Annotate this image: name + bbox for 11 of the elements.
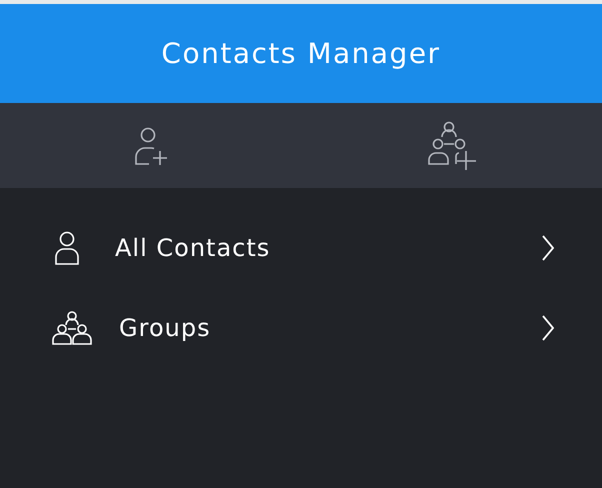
app-title: Contacts Manager: [161, 37, 441, 70]
chevron-right-icon: [542, 235, 554, 261]
menu-label: All Contacts: [115, 234, 272, 262]
menu-item[interactable]: Groups: [0, 288, 602, 368]
chevron-right-icon: [542, 315, 554, 341]
menu-item[interactable]: All Contacts: [0, 208, 602, 288]
menu-label: Groups: [119, 314, 212, 342]
add-group-icon[interactable]: [426, 120, 476, 170]
person-icon: [52, 231, 82, 265]
group-icon: [52, 311, 92, 345]
add-person-icon[interactable]: [132, 126, 168, 164]
